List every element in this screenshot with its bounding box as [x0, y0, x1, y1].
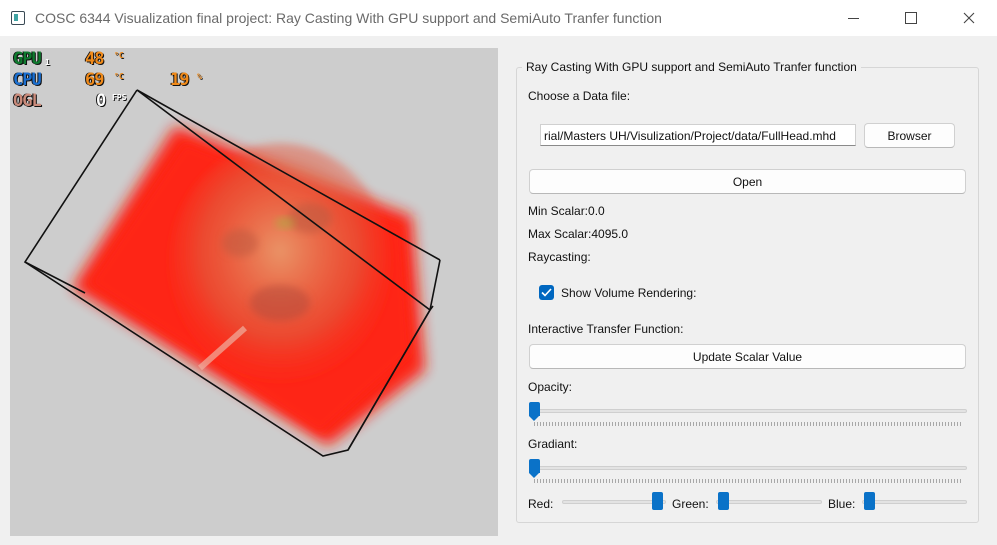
gradient-slider-handle[interactable]: [529, 459, 540, 478]
open-button[interactable]: Open: [529, 169, 966, 194]
maximize-button[interactable]: [888, 0, 934, 36]
opacity-ticks: [534, 422, 962, 426]
green-slider-handle[interactable]: [718, 492, 729, 510]
gradient-ticks: [534, 479, 962, 483]
file-path-input[interactable]: rial/Masters UH/Visulization/Project/dat…: [540, 124, 856, 146]
cpu-temp-unit: °C: [114, 72, 124, 81]
transfer-function-label: Interactive Transfer Function:: [528, 322, 684, 336]
maximize-icon: [905, 12, 917, 24]
raycasting-label: Raycasting:: [528, 250, 591, 264]
window-title: COSC 6344 Visualization final project: R…: [35, 10, 662, 26]
min-scalar-label: Min Scalar:0.0: [528, 204, 605, 218]
opacity-slider-handle[interactable]: [529, 402, 540, 421]
file-path-text: rial/Masters UH/Visulization/Project/dat…: [544, 129, 836, 143]
show-volume-checkbox[interactable]: [539, 285, 554, 300]
cpu-label: CPU: [13, 70, 42, 90]
close-button[interactable]: [946, 0, 992, 36]
red-label: Red:: [528, 497, 554, 511]
gpu-temp-value: 48: [85, 49, 105, 69]
choose-file-label: Choose a Data file:: [528, 89, 631, 103]
minimize-icon: [847, 17, 859, 19]
ogl-fps-value: 0: [96, 91, 106, 111]
checkmark-icon: [541, 288, 552, 297]
render-viewport[interactable]: GPU 1 48 °C CPU 69 °C 19 % OGL 0 FPS: [10, 48, 498, 536]
cpu-load-unit: %: [197, 72, 202, 81]
ogl-label: OGL: [13, 91, 42, 111]
gpu-index: 1: [45, 58, 50, 67]
volume-rendering: [23, 89, 441, 457]
close-icon: [963, 12, 975, 24]
blue-label: Blue:: [828, 497, 856, 511]
max-scalar-label: Max Scalar:4095.0: [528, 227, 629, 241]
minimize-button[interactable]: [830, 0, 876, 36]
update-scalar-button[interactable]: Update Scalar Value: [529, 344, 966, 369]
gpu-label: GPU: [13, 49, 42, 69]
opacity-label: Opacity:: [528, 380, 573, 394]
cpu-load-value: 19: [170, 70, 190, 90]
ogl-fps-unit: FPS: [112, 93, 127, 102]
app-icon: [11, 11, 25, 25]
group-title: Ray Casting With GPU support and SemiAut…: [522, 60, 861, 74]
red-slider-handle[interactable]: [652, 492, 663, 510]
cpu-temp-value: 69: [85, 70, 105, 90]
title-bar: COSC 6344 Visualization final project: R…: [0, 0, 997, 36]
green-label: Green:: [672, 497, 709, 511]
browser-button[interactable]: Browser: [864, 123, 955, 148]
show-volume-label: Show Volume Rendering:: [561, 286, 697, 300]
gpu-temp-unit: °C: [114, 51, 124, 60]
gradient-label: Gradiant:: [528, 437, 578, 451]
blue-slider-handle[interactable]: [864, 492, 875, 510]
